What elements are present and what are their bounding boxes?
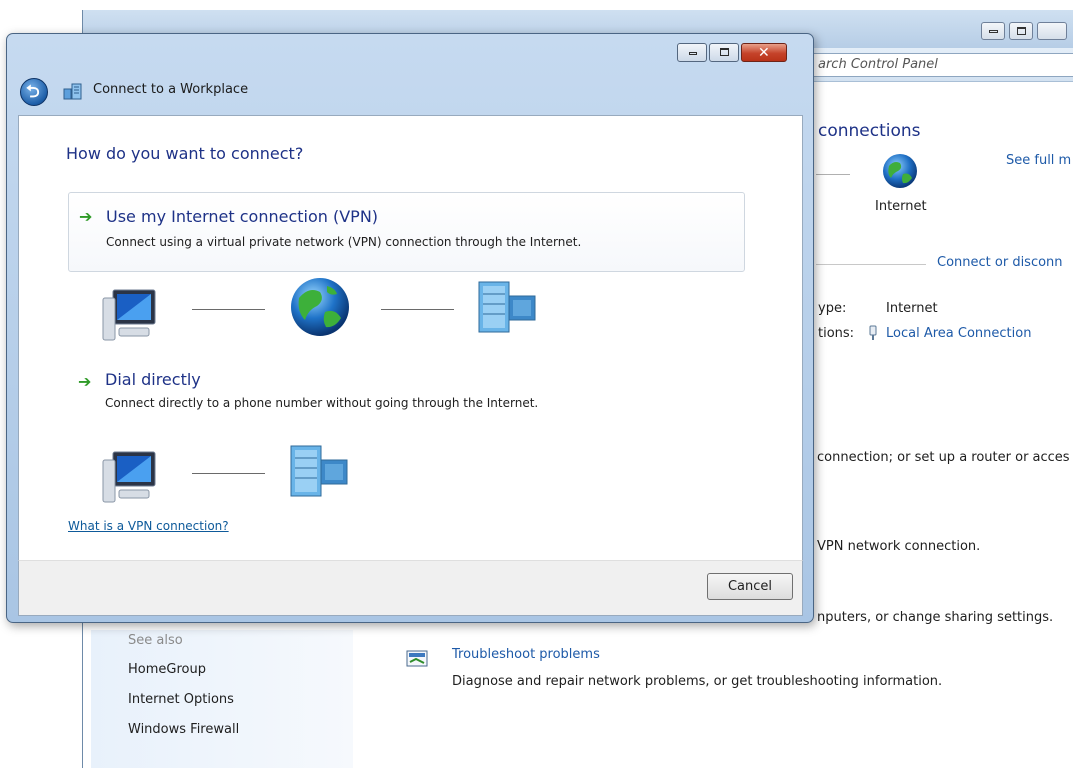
internet-label: Internet: [875, 199, 927, 214]
maximize-icon: [1017, 27, 1026, 35]
search-control-panel-input[interactable]: arch Control Panel: [813, 53, 1073, 77]
connection-line: [381, 309, 454, 310]
close-button[interactable]: ✕: [741, 43, 787, 62]
dialog-title: Connect to a Workplace: [93, 82, 249, 97]
local-area-connection-link[interactable]: Local Area Connection: [886, 326, 1031, 341]
computer-icon: [102, 451, 156, 503]
connections-heading: connections: [818, 121, 921, 141]
see-full-map-link[interactable]: See full m: [1006, 153, 1071, 168]
vpn-option-description: Connect using a virtual private network …: [106, 235, 582, 249]
troubleshoot-problems-link[interactable]: Troubleshoot problems: [452, 647, 600, 662]
map-line: [816, 174, 850, 175]
dialog-content: How do you want to connect? ➔ Use my Int…: [18, 115, 803, 560]
connect-or-disconnect-link[interactable]: Connect or disconn: [937, 255, 1063, 270]
windows-firewall-link[interactable]: Windows Firewall: [128, 722, 239, 737]
vpn-option-title: Use my Internet connection (VPN): [106, 207, 379, 226]
computer-icon: [102, 289, 156, 341]
background-close-button[interactable]: [1037, 22, 1067, 40]
connect-to-workplace-dialog: ✕ ⮌ Connect to a Workplace How do you wa…: [6, 33, 814, 623]
access-type-label: ype:: [818, 301, 847, 316]
background-minimize-button[interactable]: [981, 22, 1005, 40]
cancel-button[interactable]: Cancel: [707, 573, 793, 600]
close-icon: ✕: [758, 45, 770, 61]
minimize-icon: [989, 30, 998, 33]
troubleshoot-description: Diagnose and repair network problems, or…: [452, 674, 943, 689]
connection-line: [192, 309, 265, 310]
maximize-button[interactable]: [709, 43, 739, 62]
internet-globe-icon: [883, 154, 917, 188]
page-title: How do you want to connect?: [66, 144, 304, 163]
globe-icon: [291, 278, 349, 336]
minimize-icon: [689, 52, 697, 55]
dial-option-title: Dial directly: [105, 370, 201, 389]
minimize-button[interactable]: [677, 43, 707, 62]
task-description-2: VPN network connection.: [817, 539, 981, 554]
network-plug-icon: [869, 325, 877, 340]
maximize-icon: [720, 48, 729, 56]
what-is-vpn-link[interactable]: What is a VPN connection?: [68, 519, 229, 533]
office-building-icon: [290, 445, 348, 497]
back-button[interactable]: ⮌: [20, 78, 48, 106]
homegroup-link[interactable]: HomeGroup: [128, 662, 206, 677]
dial-directly-option[interactable]: ➔ Dial directly Connect directly to a ph…: [68, 364, 745, 424]
back-arrow-icon: ⮌: [26, 82, 40, 102]
dial-option-description: Connect directly to a phone number witho…: [105, 396, 539, 410]
use-internet-connection-vpn-option[interactable]: ➔ Use my Internet connection (VPN) Conne…: [68, 192, 745, 272]
green-arrow-icon: ➔: [79, 207, 93, 226]
green-arrow-icon: ➔: [78, 372, 92, 391]
separator-line: [816, 264, 926, 265]
see-also-heading: See also: [128, 633, 183, 648]
office-building-icon: [478, 281, 536, 333]
access-type-value: Internet: [886, 301, 938, 316]
troubleshoot-icon: [406, 650, 428, 667]
workplace-network-icon: [63, 83, 82, 100]
task-description-3: nputers, or change sharing settings.: [817, 610, 1054, 625]
task-description-1: connection; or set up a router or acces: [817, 450, 1070, 465]
background-maximize-button[interactable]: [1009, 22, 1033, 40]
dialog-footer: Cancel: [18, 560, 803, 616]
connections-label: tions:: [818, 326, 855, 341]
internet-options-link[interactable]: Internet Options: [128, 692, 234, 707]
connection-line: [192, 473, 265, 474]
